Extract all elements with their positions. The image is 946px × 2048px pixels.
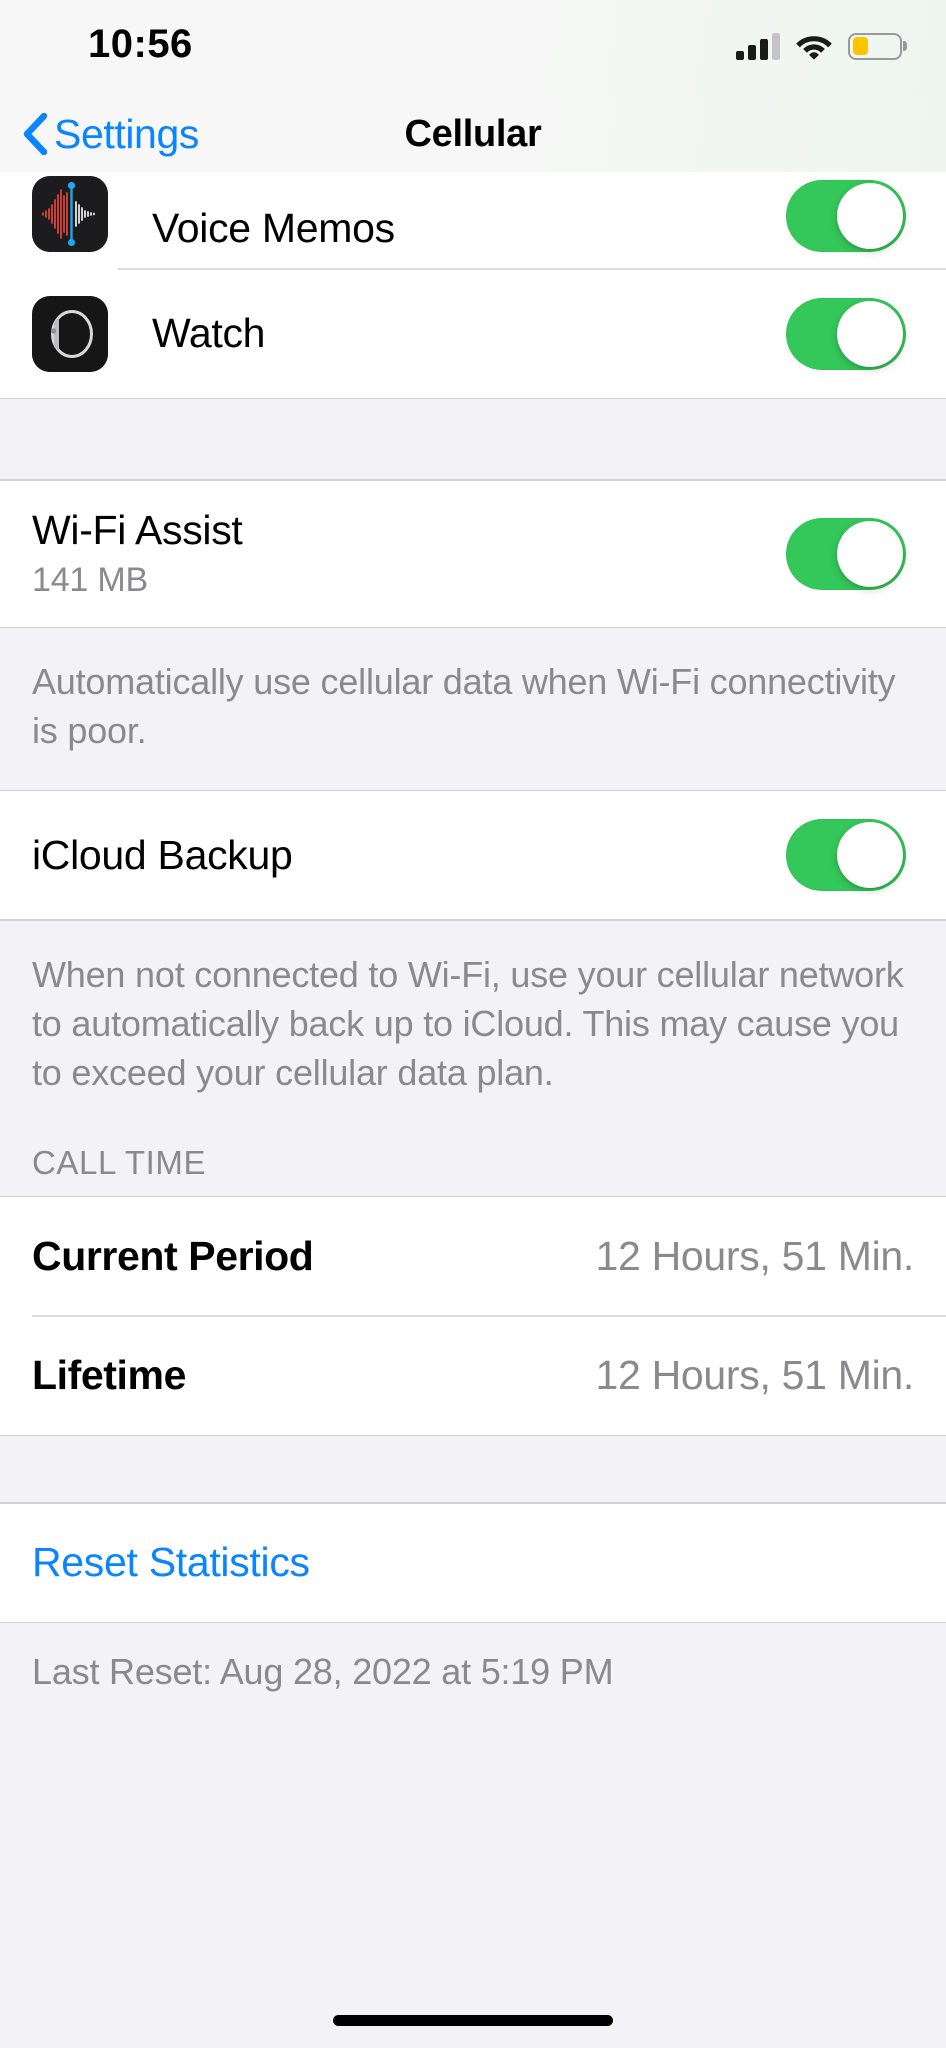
navigation-bar: Settings Cellular bbox=[0, 96, 946, 172]
icloud-backup-title: iCloud Backup bbox=[32, 831, 293, 878]
battery-icon bbox=[848, 32, 907, 60]
back-button-label: Settings bbox=[54, 110, 199, 157]
wifi-assist-usage: 141 MB bbox=[32, 561, 148, 599]
wifi-icon bbox=[795, 32, 833, 60]
wifi-assist-footer: Automatically use cellular data when Wi-… bbox=[0, 628, 946, 790]
wifi-assist-group: Wi-Fi Assist 141 MB bbox=[0, 480, 946, 627]
call-time-header: CALL TIME bbox=[0, 1119, 946, 1196]
toggle-wifi-assist[interactable] bbox=[786, 517, 906, 590]
icloud-backup-footer: When not connected to Wi-Fi, use your ce… bbox=[0, 920, 946, 1120]
status-indicators bbox=[736, 26, 907, 66]
row-reset-statistics[interactable]: Reset Statistics bbox=[0, 1503, 946, 1622]
call-time-group: Current Period 12 Hours, 51 Min. Lifetim… bbox=[0, 1197, 946, 1435]
app-row-watch[interactable]: Watch bbox=[0, 269, 946, 398]
lifetime-value: 12 Hours, 51 Min. bbox=[595, 1352, 915, 1399]
toggle-watch[interactable] bbox=[786, 297, 906, 370]
reset-statistics-button[interactable]: Reset Statistics bbox=[32, 1539, 310, 1586]
cellular-signal-icon bbox=[736, 32, 780, 60]
toggle-voice-memos[interactable] bbox=[786, 180, 906, 252]
current-period-value: 12 Hours, 51 Min. bbox=[595, 1232, 915, 1279]
group-gap bbox=[0, 1436, 946, 1503]
apple-watch-icon bbox=[32, 295, 108, 372]
cellular-apps-group: Voice Memos Watch bbox=[0, 172, 946, 398]
row-icloud-backup[interactable]: iCloud Backup bbox=[0, 791, 946, 920]
app-row-voice-memos[interactable]: Voice Memos bbox=[0, 172, 946, 268]
group-gap bbox=[0, 399, 946, 479]
iphone-screen: 10:56 Settings Cellular Voice Memos Watc… bbox=[0, 0, 946, 2048]
status-bar: 10:56 bbox=[0, 0, 946, 96]
row-lifetime: Lifetime 12 Hours, 51 Min. bbox=[0, 1316, 946, 1435]
row-current-period: Current Period 12 Hours, 51 Min. bbox=[0, 1197, 946, 1316]
home-indicator[interactable] bbox=[333, 2015, 613, 2026]
last-reset-text: Last Reset: Aug 28, 2022 at 5:19 PM bbox=[0, 1623, 946, 1694]
voice-memos-icon bbox=[32, 176, 108, 252]
back-button[interactable]: Settings bbox=[0, 111, 199, 158]
chevron-left-icon bbox=[23, 113, 48, 155]
settings-content: Voice Memos Watch Wi-Fi Assist 141 MB Au… bbox=[0, 172, 946, 1694]
app-label: Watch bbox=[152, 310, 266, 356]
app-label: Voice Memos bbox=[152, 205, 395, 251]
row-wifi-assist[interactable]: Wi-Fi Assist 141 MB bbox=[0, 480, 946, 627]
icloud-backup-group: iCloud Backup bbox=[0, 791, 946, 920]
current-period-label: Current Period bbox=[32, 1232, 314, 1279]
wifi-assist-title: Wi-Fi Assist bbox=[32, 507, 243, 553]
bottom-safe-area bbox=[0, 1928, 946, 2048]
lifetime-label: Lifetime bbox=[32, 1352, 186, 1399]
toggle-icloud-backup[interactable] bbox=[786, 819, 906, 892]
